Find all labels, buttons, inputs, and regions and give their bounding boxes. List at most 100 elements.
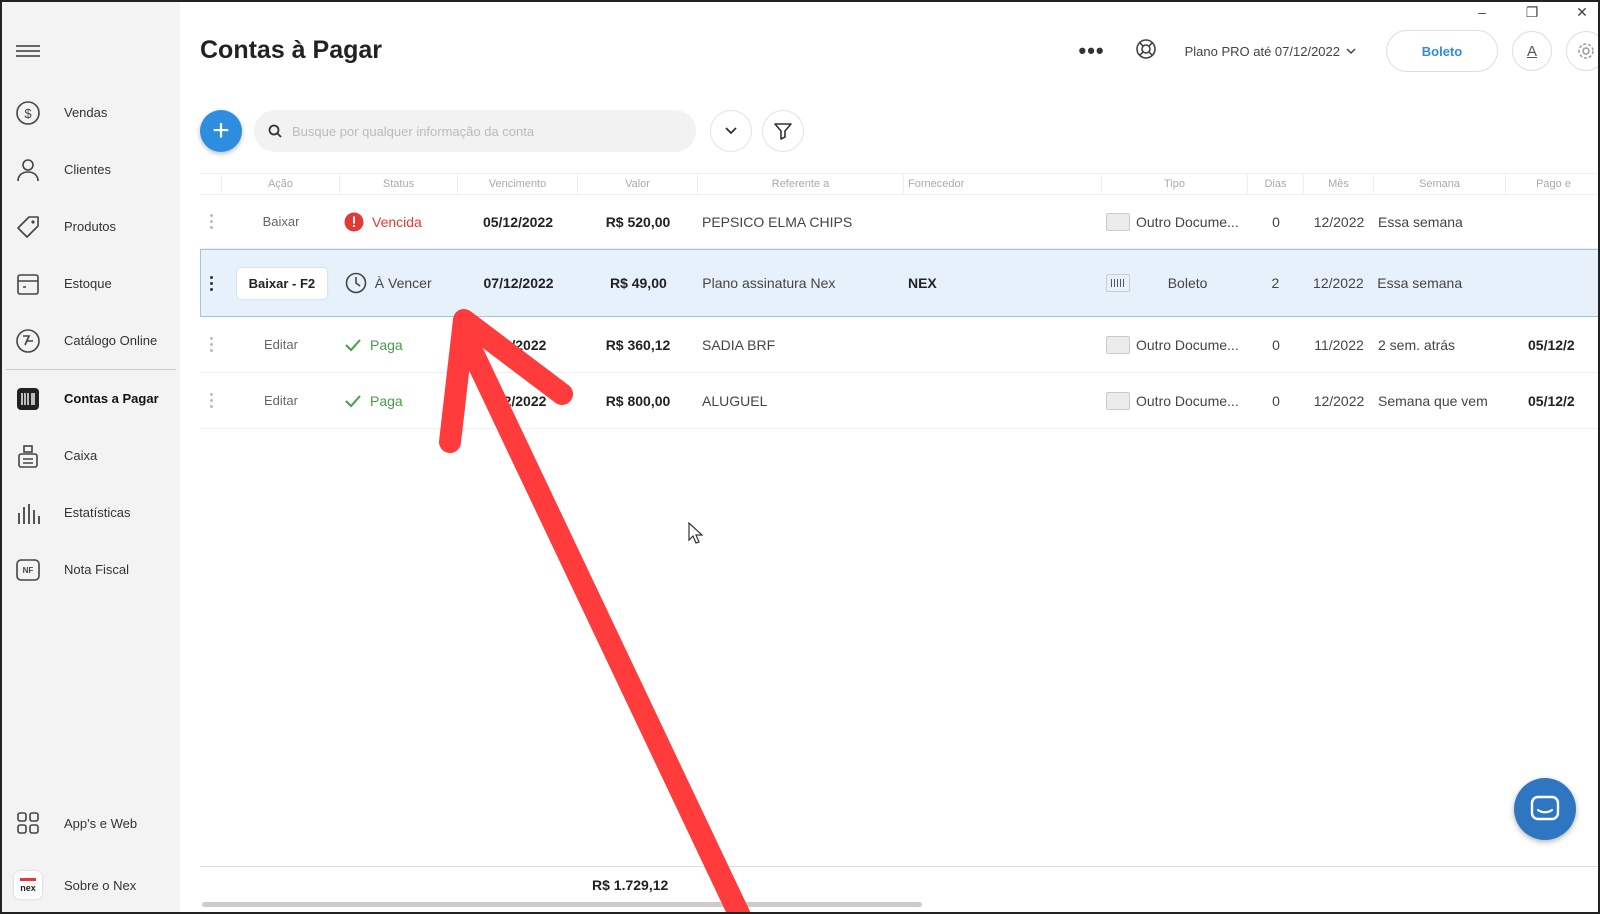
value: R$ 360,12 — [605, 336, 671, 353]
sidebar-item-label: Clientes — [64, 162, 111, 177]
week: Essa semana — [1377, 275, 1463, 291]
column-header[interactable]: Ação — [222, 174, 340, 194]
settings-button[interactable] — [1566, 31, 1598, 71]
sidebar-item-produtos[interactable]: Produtos — [2, 198, 180, 255]
filter-icon — [774, 123, 792, 140]
row-menu-kebab-icon[interactable] — [200, 373, 222, 428]
filter-button[interactable] — [762, 110, 804, 152]
column-header[interactable]: Referente a — [698, 174, 904, 194]
row-action-button[interactable]: Editar — [264, 337, 298, 352]
column-header[interactable] — [200, 174, 222, 194]
table-row[interactable]: Editar Paga …1/2022 R$ 360,12 SADIA BRF Outro… — [200, 317, 1598, 373]
column-header[interactable]: Pago e — [1506, 174, 1598, 194]
box-icon — [14, 270, 42, 298]
expand-button[interactable] — [710, 110, 752, 152]
days: 0 — [1272, 336, 1280, 353]
row-action-button[interactable]: Editar — [264, 393, 298, 408]
gear-icon — [1578, 43, 1594, 59]
font-icon: A — [1526, 42, 1537, 60]
table-row[interactable]: Editar Paga …2/2022 R$ 800,00 ALUGUEL Outro D… — [200, 373, 1598, 429]
month: 12/2022 — [1313, 275, 1364, 291]
alert-icon — [344, 212, 364, 231]
table-row[interactable]: Baixar - F2 À Vencer 07/12/2022 R$ 49,00 Pla… — [200, 249, 1598, 317]
column-header[interactable]: Tipo — [1102, 174, 1248, 194]
row-menu-kebab-icon[interactable] — [200, 195, 222, 248]
week: 2 sem. atrás — [1378, 336, 1456, 353]
hamburger-menu-icon[interactable] — [16, 42, 40, 62]
sidebar-item-apps-web[interactable]: App's e Web — [2, 792, 180, 854]
check-icon — [345, 338, 361, 351]
table-row[interactable]: Baixar Vencida 05/12/2022 R$ 520,00 PEPSICO … — [200, 195, 1598, 249]
chat-support-button[interactable] — [1514, 778, 1576, 840]
status-cell: À Vencer — [341, 250, 459, 316]
supplier — [904, 317, 1102, 372]
nex-logo-text: nex — [20, 882, 36, 893]
sidebar-item-clientes[interactable]: Clientes — [2, 141, 180, 198]
status-cell: Vencida — [340, 195, 458, 248]
dollar-circle-icon: $ — [14, 99, 42, 127]
status-label: À Vencer — [374, 275, 432, 291]
row-menu-kebab-icon[interactable] — [200, 317, 222, 372]
sidebar-item-estoque[interactable]: Estoque — [2, 255, 180, 312]
type-cell: Outro Docume... — [1102, 317, 1248, 372]
type-label: Outro Docume... — [1136, 336, 1239, 353]
row-menu-kebab-icon[interactable] — [201, 250, 223, 316]
sidebar-item-label: Caixa — [64, 448, 98, 463]
sidebar-item-caixa[interactable]: Caixa — [2, 427, 180, 484]
chevron-down-icon — [725, 127, 737, 135]
boleto-button[interactable]: Boleto — [1386, 30, 1498, 72]
column-header[interactable]: Vencimento — [458, 174, 578, 194]
document-icon — [1106, 391, 1130, 410]
sidebar-item-label: Catálogo Online — [64, 333, 158, 348]
sidebar-item-label: Estoque — [64, 276, 112, 291]
column-header[interactable]: Valor — [578, 174, 698, 194]
bar-chart-icon — [14, 499, 42, 527]
nex-logo-icon: nex — [14, 871, 42, 899]
status-cell: Paga — [340, 373, 458, 428]
boleto-icon — [1105, 274, 1130, 292]
search-input[interactable] — [292, 123, 672, 139]
sidebar-item-estatisticas[interactable]: Estatísticas — [2, 484, 180, 541]
barcode-icon — [14, 385, 42, 413]
column-header[interactable]: Status — [340, 174, 458, 194]
accounts-table: Ação Status Vencimento Valor Referente a Forn… — [200, 173, 1598, 429]
row-action-button[interactable]: Baixar — [263, 214, 300, 229]
column-header[interactable]: Fornecedor — [904, 174, 1102, 194]
paid-date: 05/12/2 — [1528, 392, 1575, 409]
plan-label: Plano PRO até 07/12/2022 — [1184, 43, 1340, 59]
minimize-button[interactable]: – — [1472, 4, 1492, 21]
column-header[interactable]: Semana — [1374, 174, 1506, 194]
close-button[interactable]: ✕ — [1572, 4, 1592, 21]
restore-button[interactable]: ❐ — [1522, 4, 1542, 21]
more-options-button[interactable]: ••• — [1079, 38, 1105, 64]
sidebar-item-contas-a-pagar[interactable]: Contas a Pagar — [2, 370, 180, 427]
supplier — [904, 373, 1102, 428]
nf-badge-text: NF — [22, 565, 34, 575]
value: R$ 49,00 — [609, 275, 667, 291]
font-size-button[interactable]: A — [1512, 31, 1552, 71]
days: 0 — [1272, 213, 1280, 230]
due-date: 05/12/2022 — [482, 213, 554, 230]
paid-date: 05/12/2 — [1528, 336, 1575, 353]
horizontal-scrollbar[interactable] — [202, 902, 922, 907]
row-action-button[interactable]: Baixar - F2 — [236, 267, 328, 299]
catalog-icon — [14, 327, 42, 355]
plan-dropdown[interactable]: Plano PRO até 07/12/2022 — [1185, 44, 1356, 59]
cash-register-icon — [14, 442, 42, 470]
reference: SADIA BRF — [702, 336, 776, 353]
sidebar-item-sobre-nex[interactable]: nex Sobre o Nex — [2, 854, 180, 912]
sidebar-bottom: App's e Web nex Sobre o Nex — [2, 792, 180, 912]
sidebar-item-label: Sobre o Nex — [64, 877, 137, 893]
help-lifebuoy-icon[interactable] — [1135, 38, 1157, 65]
column-header[interactable]: Mês — [1304, 174, 1374, 194]
status-label: Vencida — [372, 213, 422, 230]
type-cell: Boleto — [1102, 250, 1248, 316]
reference: PEPSICO ELMA CHIPS — [702, 213, 853, 230]
apps-grid-icon — [14, 809, 42, 837]
sidebar-item-vendas[interactable]: $ Vendas — [2, 84, 180, 141]
column-header[interactable]: Dias — [1248, 174, 1304, 194]
add-account-button[interactable]: + — [200, 110, 242, 152]
month: 11/2022 — [1314, 336, 1364, 353]
sidebar-item-catalogo[interactable]: Catálogo Online — [2, 312, 180, 369]
sidebar-item-nota-fiscal[interactable]: NF Nota Fiscal — [2, 541, 180, 598]
